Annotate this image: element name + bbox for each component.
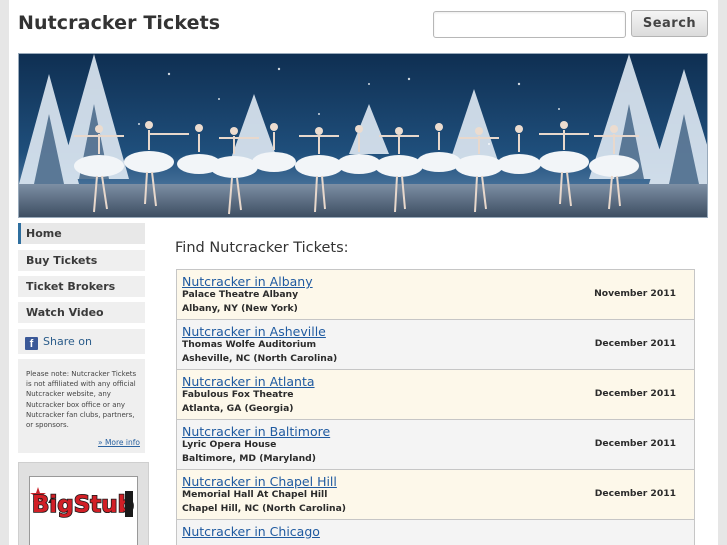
page: Nutcracker Tickets Search Home Buy Ticke… (9, 0, 718, 545)
event-city: Asheville, NC (North Carolina) (182, 353, 338, 364)
event-row: Nutcracker in Albany Palace Theatre Alba… (176, 269, 695, 319)
banner-image (18, 53, 708, 218)
event-venue: Memorial Hall At Chapel Hill (182, 489, 328, 500)
event-link[interactable]: Nutcracker in Chicago (182, 524, 320, 539)
event-venue: Palace Theatre Albany (182, 289, 299, 300)
nav-ticket-brokers[interactable]: Ticket Brokers (18, 276, 145, 297)
event-city: Atlanta, GA (Georgia) (182, 403, 294, 414)
event-row: Nutcracker in Atlanta Fabulous Fox Theat… (176, 369, 695, 419)
event-date: November 2011 (594, 288, 676, 299)
nav-home[interactable]: Home (18, 223, 145, 244)
bigstub-logo-text: BigStub (32, 492, 134, 518)
nav-watch-video[interactable]: Watch Video (18, 302, 145, 323)
find-tickets-heading: Find Nutcracker Tickets: (175, 240, 349, 256)
event-city: Baltimore, MD (Maryland) (182, 453, 316, 464)
event-link[interactable]: Nutcracker in Chapel Hill (182, 474, 337, 489)
event-date: December 2011 (594, 338, 676, 349)
event-row: Nutcracker in Chicago (176, 519, 695, 545)
event-date: December 2011 (594, 388, 676, 399)
event-link[interactable]: Nutcracker in Atlanta (182, 374, 315, 389)
bigstub-ad[interactable]: BigStub (18, 462, 149, 545)
event-list: Nutcracker in Albany Palace Theatre Alba… (176, 269, 695, 545)
facebook-icon: f (25, 337, 38, 350)
search-input[interactable] (433, 11, 626, 38)
bigstub-logo-icon: BigStub (30, 487, 135, 519)
event-link[interactable]: Nutcracker in Baltimore (182, 424, 330, 439)
event-row: Nutcracker in Chapel Hill Memorial Hall … (176, 469, 695, 519)
disclaimer-box: Please note: Nutcracker Tickets is not a… (18, 359, 145, 453)
event-date: December 2011 (594, 438, 676, 449)
event-venue: Thomas Wolfe Auditorium (182, 339, 317, 350)
search-button[interactable]: Search (631, 10, 708, 37)
event-venue: Fabulous Fox Theatre (182, 389, 294, 400)
site-title[interactable]: Nutcracker Tickets (18, 12, 220, 34)
more-info-link[interactable]: » More info (98, 438, 140, 448)
event-row: Nutcracker in Asheville Thomas Wolfe Aud… (176, 319, 695, 369)
event-row: Nutcracker in Baltimore Lyric Opera Hous… (176, 419, 695, 469)
event-city: Chapel Hill, NC (North Carolina) (182, 503, 346, 514)
event-date: December 2011 (594, 488, 676, 499)
facebook-share-button[interactable]: fShare on Facebook (18, 329, 145, 373)
disclaimer-text: Please note: Nutcracker Tickets is not a… (26, 370, 137, 430)
event-link[interactable]: Nutcracker in Asheville (182, 324, 326, 339)
event-city: Albany, NY (New York) (182, 303, 298, 314)
nav-buy-tickets[interactable]: Buy Tickets (18, 250, 145, 271)
bigstub-ad-inner: BigStub (29, 476, 138, 545)
ballet-photo-banner (19, 54, 707, 217)
event-link[interactable]: Nutcracker in Albany (182, 274, 313, 289)
event-venue: Lyric Opera House (182, 439, 277, 450)
